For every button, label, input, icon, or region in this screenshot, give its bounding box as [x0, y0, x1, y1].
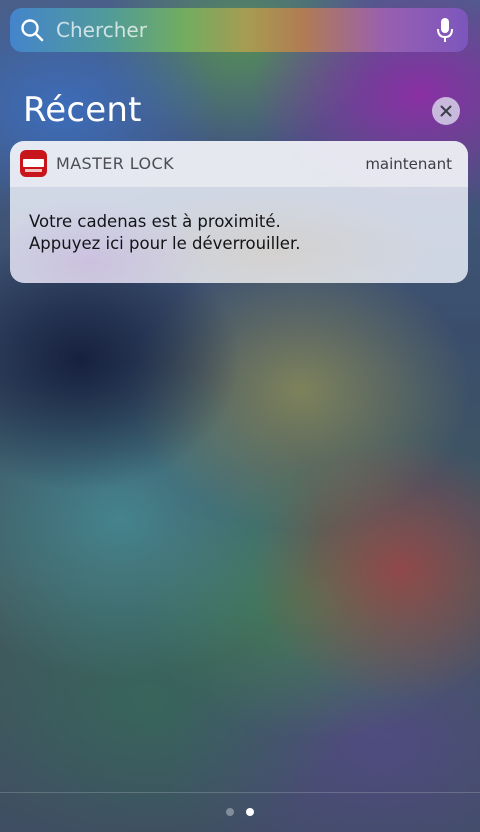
page-indicator[interactable] [224, 808, 258, 818]
search-icon [21, 19, 44, 42]
search-bar[interactable] [10, 8, 468, 52]
notification-message: Votre cadenas est à proximité. Appuyez i… [29, 211, 449, 255]
close-icon [440, 105, 452, 117]
master-lock-app-icon [20, 150, 47, 177]
notification-header: MASTER LOCK maintenant [10, 141, 468, 187]
search-input[interactable] [56, 8, 416, 52]
dock-divider [0, 792, 480, 793]
notification-card[interactable]: MASTER LOCK maintenant Votre cadenas est… [10, 141, 468, 283]
recent-title: Récent [23, 90, 142, 130]
notification-message-line-2: Appuyez ici pour le déverrouiller. [29, 234, 301, 253]
app-icon-band-lower [25, 169, 42, 172]
clear-notifications-button[interactable] [432, 97, 460, 125]
notification-app-name: MASTER LOCK [56, 154, 174, 173]
page-dot-2-active[interactable] [246, 808, 254, 816]
page-dot-1[interactable] [226, 808, 234, 816]
notification-time: maintenant [365, 155, 452, 173]
app-icon-band [23, 159, 44, 167]
notification-message-line-1: Votre cadenas est à proximité. [29, 212, 281, 231]
microphone-icon[interactable] [436, 17, 454, 43]
